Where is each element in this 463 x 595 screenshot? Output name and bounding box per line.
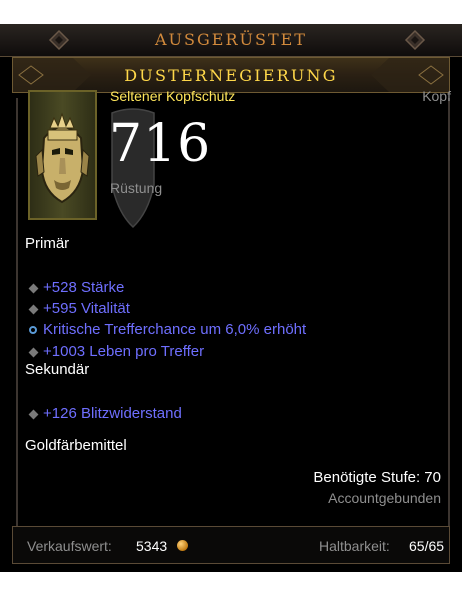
durability-value: 65/65 — [409, 538, 445, 554]
sell-value: 5343 — [136, 538, 168, 554]
item-slot: Kopf — [422, 88, 451, 104]
tooltip-footer: Verkaufswert: 5343 Haltbarkeit: 65/65 — [12, 526, 450, 564]
affix-text: +126 Blitzwiderstand — [43, 405, 182, 422]
affix-text: +528 Stärke — [43, 279, 125, 296]
account-bound: Accountgebunden — [328, 490, 441, 506]
required-level: Benötigte Stufe: 70 — [313, 469, 441, 486]
secondary-heading: Sekundär — [25, 361, 90, 378]
plate-ornament-right-icon — [371, 58, 449, 92]
durability-label: Haltbarkeit: — [319, 538, 390, 554]
item-type: Seltener Kopfschutz — [110, 88, 236, 104]
primary-heading: Primär — [25, 235, 70, 252]
helmet-icon — [35, 112, 90, 204]
armor-value: 716 — [109, 114, 212, 174]
gold-coin-icon — [177, 540, 188, 551]
equipped-header: AUSGERÜSTET — [0, 24, 462, 57]
affix-text: +1003 Leben pro Treffer — [43, 343, 205, 360]
affix-text: +595 Vitalität — [43, 300, 130, 317]
ornament-right-icon — [404, 29, 426, 51]
equipped-label: AUSGERÜSTET — [155, 30, 307, 49]
sell-value-label: Verkaufswert: — [27, 538, 112, 554]
armor-label: Rüstung — [110, 180, 163, 196]
ring-bullet-icon — [29, 326, 37, 334]
dye-label: Goldfärbemittel — [25, 437, 127, 454]
affix-text: Kritische Trefferchance um 6,0% erhöht — [43, 321, 307, 338]
item-portrait — [28, 90, 97, 220]
